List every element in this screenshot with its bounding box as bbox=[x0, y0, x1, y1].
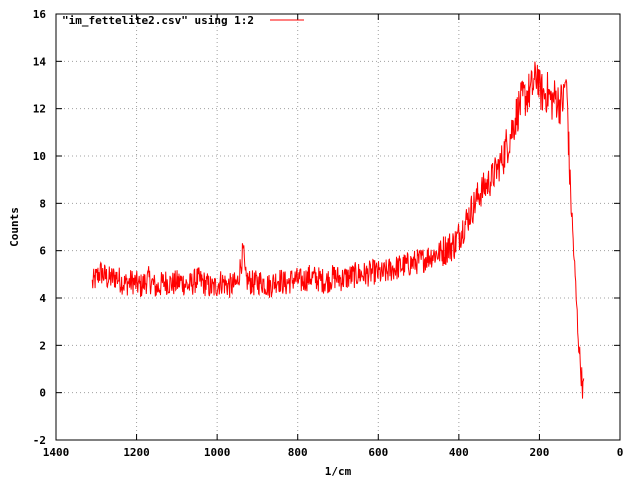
series-line bbox=[91, 61, 585, 399]
x-tick-label: 400 bbox=[449, 446, 469, 459]
x-tick-label: 1200 bbox=[123, 446, 150, 459]
y-tick-label: 2 bbox=[39, 339, 46, 352]
y-tick-label: 10 bbox=[33, 150, 46, 163]
legend-label: "im_fettelite2.csv" using 1:2 bbox=[62, 14, 254, 27]
y-tick-label: 4 bbox=[39, 292, 46, 305]
x-tick-label: 800 bbox=[288, 446, 308, 459]
x-tick-label: 0 bbox=[617, 446, 624, 459]
y-axis-title: Counts bbox=[8, 207, 21, 247]
x-tick-label: 600 bbox=[368, 446, 388, 459]
y-tick-label: 0 bbox=[39, 387, 46, 400]
y-tick-label: 6 bbox=[39, 245, 46, 258]
x-tick-label: 200 bbox=[529, 446, 549, 459]
x-tick-label: 1000 bbox=[204, 446, 231, 459]
y-tick-label: 16 bbox=[33, 8, 47, 21]
y-tick-label: -2 bbox=[33, 434, 46, 447]
line-chart: 1400 1200 1000 800 600 400 200 0 -2 0 2 4 6 8 10 12 14 16… bbox=[8, 8, 624, 478]
chart: 1400 1200 1000 800 600 400 200 0 -2 0 2 4 6 8 10 12 14 16… bbox=[0, 0, 640, 480]
x-axis-title: 1/cm bbox=[325, 465, 352, 478]
x-tick-label: 1400 bbox=[43, 446, 70, 459]
y-tick-label: 14 bbox=[33, 55, 47, 68]
y-tick-label: 12 bbox=[33, 103, 46, 116]
y-tick-label: 8 bbox=[39, 197, 46, 210]
